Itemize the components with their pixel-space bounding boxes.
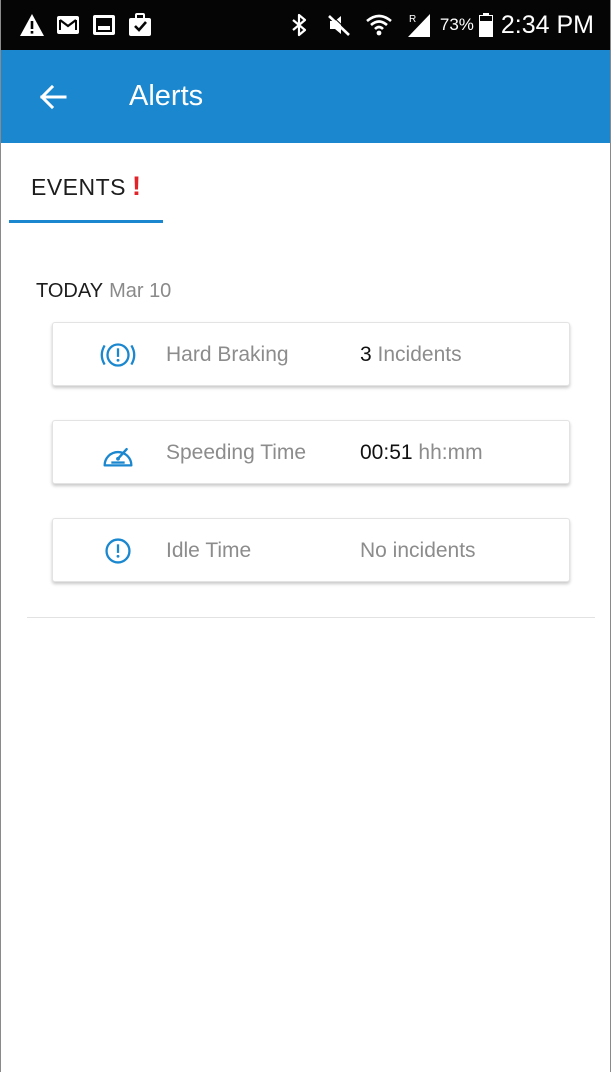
tab-events[interactable]: EVENTS !: [1, 143, 163, 225]
roaming-label: R: [409, 14, 416, 25]
system-status: R 73% 2:34 PM: [286, 8, 594, 42]
warning-icon: [20, 14, 44, 36]
page-title: Alerts: [129, 80, 204, 112]
event-value: 3 Incidents: [360, 343, 462, 367]
briefcase-icon: [129, 13, 151, 36]
signal-roaming-icon: R: [407, 14, 430, 37]
event-count: 3: [360, 343, 372, 366]
event-unit: No incidents: [360, 539, 476, 562]
tab-alert-mark: !: [132, 171, 141, 201]
clock: 2:34 PM: [500, 10, 594, 39]
wifi-icon: [366, 14, 392, 36]
event-value: No incidents: [360, 539, 476, 563]
event-label: Hard Braking: [166, 343, 289, 366]
day-group-header: TODAY Mar 10: [36, 280, 171, 303]
battery-icon: [478, 13, 493, 37]
alert-circle-icon: [97, 534, 139, 568]
image-icon: [93, 15, 115, 35]
event-duration: 00:51: [360, 441, 413, 464]
event-label: Speeding Time: [166, 441, 307, 464]
alerts-screen: R 73% 2:34 PM Alerts EVENTS ! TODAY Mar …: [0, 0, 611, 1072]
speedometer-icon: [97, 436, 139, 470]
mail-icon: [57, 16, 79, 34]
section-divider: [27, 617, 595, 618]
event-label: Idle Time: [166, 539, 252, 562]
back-button[interactable]: [33, 77, 73, 117]
event-card-speeding-time[interactable]: Speeding Time 00:51 hh:mm: [52, 420, 570, 484]
active-tab-indicator: [9, 220, 163, 223]
event-unit: Incidents: [377, 343, 462, 366]
day-label: TODAY: [36, 280, 104, 302]
event-card-idle-time[interactable]: Idle Time No incidents: [52, 518, 570, 582]
brake-warning-icon: [97, 338, 139, 372]
bluetooth-icon: [292, 13, 306, 37]
arrow-left-icon: [39, 84, 67, 110]
event-value: 00:51 hh:mm: [360, 441, 483, 465]
event-unit: hh:mm: [418, 441, 483, 464]
battery-percentage: 73%: [439, 15, 474, 34]
tab-events-label: EVENTS: [31, 174, 127, 200]
tab-bar: EVENTS !: [1, 143, 610, 225]
event-card-hard-braking[interactable]: Hard Braking 3 Incidents: [52, 322, 570, 386]
day-date: Mar 10: [109, 280, 172, 302]
app-bar: Alerts: [1, 50, 610, 143]
mute-icon: [327, 14, 351, 36]
notification-icons: [19, 12, 153, 38]
status-bar: R 73% 2:34 PM: [1, 0, 610, 50]
